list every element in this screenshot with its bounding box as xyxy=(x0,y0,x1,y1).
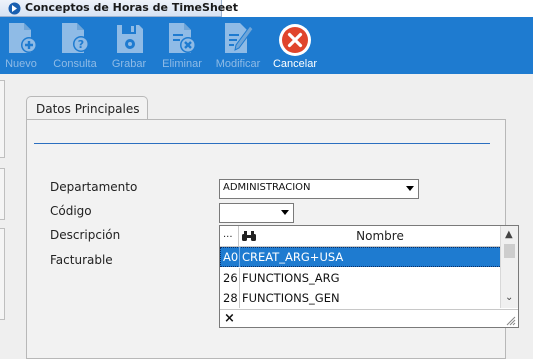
query-button-label: Consulta xyxy=(53,58,97,70)
descripcion-label: Descripción xyxy=(50,228,121,242)
window-tab[interactable]: Conceptos de Horas de TimeSheet xyxy=(0,0,238,17)
vertical-scrollbar[interactable]: ▲ ⌄ xyxy=(500,226,518,308)
modify-button-label: Modificar xyxy=(215,58,261,70)
save-button[interactable]: Grabar xyxy=(106,17,152,74)
list-item[interactable]: 28 FUNCTIONS_GEN xyxy=(220,288,502,308)
title-bar: Conceptos de Horas de TimeSheet xyxy=(0,0,533,17)
item-code: A0 xyxy=(223,250,239,264)
svg-text:?: ? xyxy=(78,38,84,51)
column-separator xyxy=(239,247,240,267)
code-column-label: ... xyxy=(223,229,233,240)
query-button[interactable]: ? Consulta xyxy=(50,17,100,74)
cancel-button[interactable]: Cancelar xyxy=(270,17,320,74)
chevron-down-icon[interactable] xyxy=(406,186,414,191)
codigo-select[interactable] xyxy=(219,203,294,223)
window-title: Conceptos de Horas de TimeSheet xyxy=(25,1,238,14)
scrollbar-thumb[interactable] xyxy=(504,244,515,258)
departamento-value: ADMINISTRACION xyxy=(223,182,311,193)
facturable-label: Facturable xyxy=(50,253,113,267)
side-panel-edge xyxy=(0,80,5,158)
departamento-label: Departamento xyxy=(50,180,138,194)
new-button[interactable]: Nuevo xyxy=(0,17,42,74)
codigo-dropdown-list: ... Nombre A0 CREAT_ARG+USA 26 FUNCTIONS… xyxy=(219,225,519,328)
edit-pencil-icon xyxy=(225,23,254,53)
codigo-label: Código xyxy=(50,204,92,218)
item-code: 26 xyxy=(223,271,238,285)
chevron-down-icon[interactable] xyxy=(281,210,289,215)
side-panel-edge xyxy=(0,228,5,320)
delete-document-icon xyxy=(169,23,196,53)
panel-divider xyxy=(34,143,490,144)
cancel-button-label: Cancelar xyxy=(272,58,318,70)
toolbar: Nuevo ? Consulta Grabar Eliminar Modific… xyxy=(0,17,533,74)
modify-button[interactable]: Modificar xyxy=(212,17,264,74)
delete-button-label: Eliminar xyxy=(162,58,202,70)
dropdown-header: ... Nombre xyxy=(220,226,502,247)
binoculars-icon[interactable] xyxy=(241,230,257,242)
item-name: FUNCTIONS_ARG xyxy=(242,271,340,285)
save-disk-icon xyxy=(117,25,143,53)
scroll-down-icon[interactable]: ⌄ xyxy=(505,292,513,303)
tab-label: Datos Principales xyxy=(36,102,140,116)
name-column-header[interactable]: Nombre xyxy=(260,229,500,243)
new-document-icon xyxy=(9,23,37,53)
save-button-label: Grabar xyxy=(111,58,147,70)
side-panel-edge xyxy=(0,168,5,220)
close-icon[interactable]: × xyxy=(224,311,235,326)
dropdown-footer: × xyxy=(220,309,518,328)
item-code: 28 xyxy=(223,291,238,305)
list-item[interactable]: A0 CREAT_ARG+USA xyxy=(220,247,502,267)
query-document-icon: ? xyxy=(62,23,89,53)
item-name: FUNCTIONS_GEN xyxy=(242,291,340,305)
list-item[interactable]: 26 FUNCTIONS_ARG xyxy=(220,268,502,288)
code-column-header[interactable]: ... xyxy=(220,226,239,246)
app-logo-icon xyxy=(8,2,21,15)
tab-datos-principales[interactable]: Datos Principales xyxy=(26,96,148,120)
resize-grip-icon[interactable] xyxy=(506,316,516,326)
delete-button[interactable]: Eliminar xyxy=(158,17,206,74)
scroll-up-icon[interactable]: ▲ xyxy=(505,229,513,240)
item-name: CREAT_ARG+USA xyxy=(242,250,344,264)
departamento-select[interactable]: ADMINISTRACION xyxy=(219,179,419,199)
column-separator xyxy=(239,268,240,288)
new-button-label: Nuevo xyxy=(5,58,37,70)
cancel-circle-icon xyxy=(279,24,311,56)
column-separator xyxy=(239,288,240,308)
